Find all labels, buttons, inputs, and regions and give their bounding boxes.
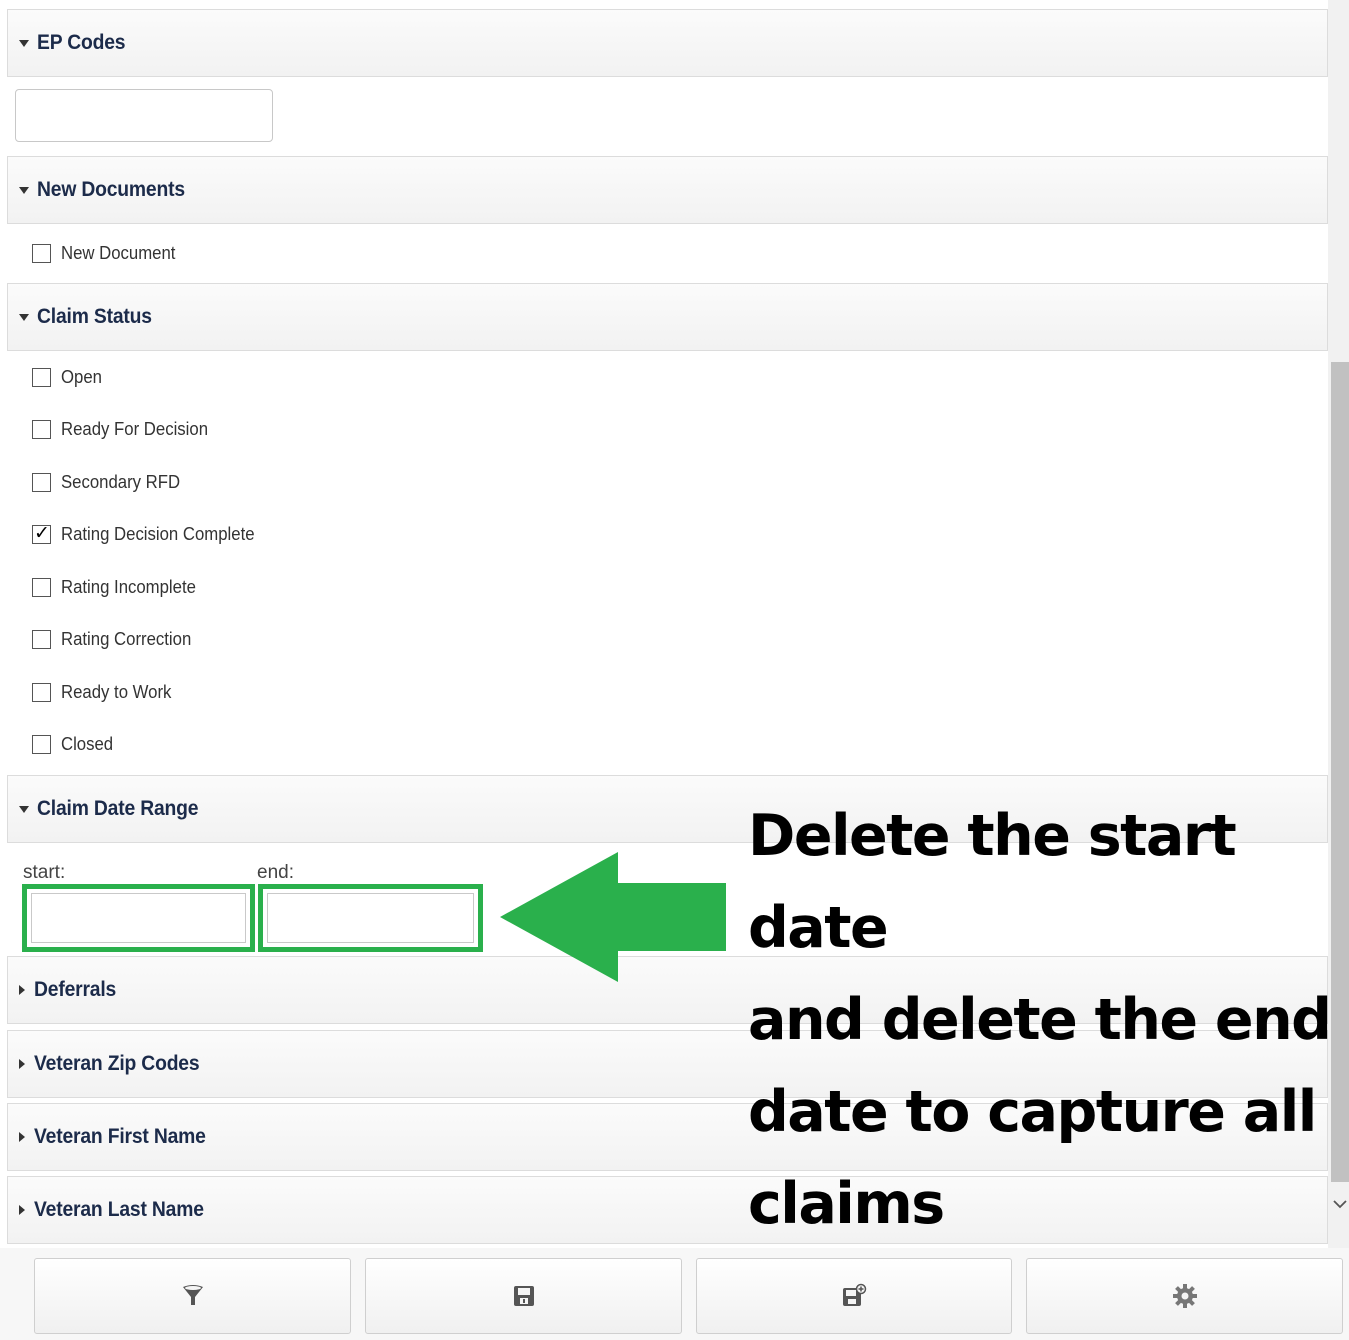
bottom-toolbar: [0, 1248, 1349, 1340]
section-title: Veteran Zip Codes: [34, 1052, 200, 1075]
start-date-input[interactable]: [22, 884, 255, 952]
checkbox[interactable]: [32, 419, 51, 439]
checkbox-label: New Document: [61, 242, 176, 263]
scrollbar-thumb[interactable]: [1331, 362, 1349, 1182]
annotation-line: claims: [748, 1171, 945, 1237]
save-button[interactable]: [365, 1258, 682, 1334]
apply-filter-button[interactable]: [34, 1258, 351, 1334]
save-icon: [513, 1286, 534, 1306]
checkbox-label: Rating Correction: [61, 628, 192, 649]
annotation-text: Delete the start date and delete the end…: [748, 790, 1328, 1248]
caret-right-icon: [19, 1205, 25, 1215]
ep-codes-input[interactable]: [15, 89, 273, 142]
save-as-icon: [843, 1283, 867, 1306]
section-title: Deferrals: [34, 978, 117, 1001]
claim-status-option[interactable]: Open: [32, 365, 105, 389]
checkbox-label: Secondary RFD: [61, 471, 181, 492]
end-date-field[interactable]: [267, 893, 474, 943]
checkbox[interactable]: [32, 629, 51, 649]
checkbox-label: Ready to Work: [61, 681, 172, 702]
claim-status-option[interactable]: Rating Incomplete: [32, 575, 206, 599]
checkbox[interactable]: [32, 472, 51, 492]
filter-panel: EP Codes New Documents New Document Clai…: [0, 0, 1328, 1248]
claim-status-option[interactable]: Ready to Work: [32, 680, 180, 704]
section-title: Claim Date Range: [37, 797, 199, 820]
start-date-label: start:: [23, 862, 66, 883]
new-document-checkbox[interactable]: [32, 243, 51, 263]
section-title: EP Codes: [37, 31, 126, 54]
section-title: Claim Status: [37, 305, 152, 328]
checkbox[interactable]: [32, 577, 51, 597]
start-date-field[interactable]: [31, 893, 246, 943]
caret-down-icon: [19, 186, 29, 194]
caret-down-icon: [19, 805, 29, 813]
claim-status-option[interactable]: Rating Decision Complete: [32, 522, 269, 546]
claim-status-option[interactable]: Secondary RFD: [32, 470, 189, 494]
save-as-new-button[interactable]: [696, 1258, 1012, 1334]
annotation-line: Delete the start date: [748, 803, 1237, 961]
filter-icon: [182, 1285, 203, 1305]
annotation-arrow: [500, 852, 726, 982]
section-header-claim-status[interactable]: Claim Status: [7, 283, 1328, 351]
section-header-ep-codes[interactable]: EP Codes: [7, 9, 1328, 77]
claim-status-option[interactable]: Closed: [32, 732, 117, 756]
annotation-line: and delete the end: [748, 987, 1328, 1053]
caret-right-icon: [19, 1132, 25, 1142]
caret-right-icon: [19, 985, 25, 995]
new-document-checkbox-row[interactable]: New Document: [32, 241, 184, 265]
end-date-input[interactable]: [258, 884, 483, 952]
caret-down-icon: [19, 313, 29, 321]
checkbox-label: Open: [61, 366, 102, 387]
annotation-line: date to capture all: [748, 1079, 1317, 1145]
section-title: Veteran First Name: [34, 1125, 206, 1148]
claim-status-option[interactable]: Ready For Decision: [32, 417, 219, 441]
checkbox[interactable]: [32, 682, 51, 702]
vertical-scrollbar[interactable]: [1328, 0, 1349, 1248]
claim-status-option[interactable]: Rating Correction: [32, 627, 201, 651]
section-header-new-documents[interactable]: New Documents: [7, 156, 1328, 224]
checkbox[interactable]: [32, 734, 51, 754]
caret-right-icon: [19, 1059, 25, 1069]
checkbox-label: Rating Incomplete: [61, 576, 196, 597]
caret-down-icon: [19, 39, 29, 47]
checkbox-label: Closed: [61, 733, 114, 754]
checkbox[interactable]: [32, 367, 51, 387]
chevron-down-icon[interactable]: [1332, 1196, 1348, 1212]
gear-icon: [1172, 1284, 1197, 1308]
settings-button[interactable]: [1026, 1258, 1343, 1334]
end-date-label: end:: [257, 862, 294, 883]
section-title: New Documents: [37, 178, 185, 201]
section-title: Veteran Last Name: [34, 1198, 204, 1221]
checkbox-label: Rating Decision Complete: [61, 523, 255, 544]
checkbox-label: Ready For Decision: [61, 418, 208, 439]
checkbox-checked[interactable]: [32, 522, 51, 544]
